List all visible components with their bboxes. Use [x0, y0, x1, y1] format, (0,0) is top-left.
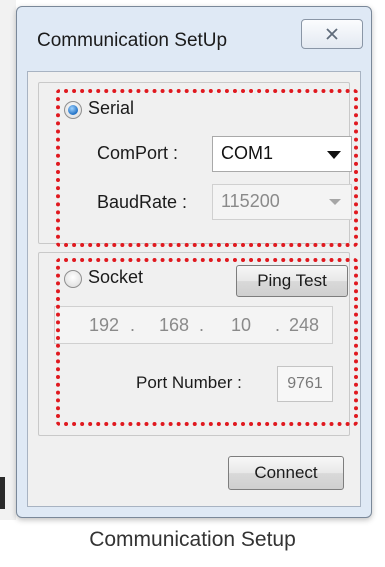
baudrate-label: BaudRate : — [97, 192, 188, 212]
baudrate-select[interactable]: 115200 — [212, 184, 352, 220]
chevron-down-icon — [327, 151, 341, 159]
ip-octet-2: 168 — [159, 315, 190, 335]
comport-select[interactable]: COM1 — [212, 136, 352, 172]
socket-radio[interactable] — [64, 270, 82, 288]
chevron-down-icon — [329, 199, 341, 205]
socket-radio-label: Socket — [88, 267, 144, 287]
port-number-label: Port Number : — [136, 373, 242, 392]
port-number-field[interactable]: 9761 — [277, 366, 333, 402]
serial-radio-dot — [68, 105, 78, 115]
comport-label: ComPort : — [97, 143, 179, 163]
comport-value: COM1 — [221, 143, 274, 163]
ping-test-button[interactable]: Ping Test — [236, 265, 348, 297]
ip-octet-1: 192 — [89, 315, 120, 335]
figure-caption: Communication Setup — [89, 528, 296, 551]
serial-radio-label: Serial — [88, 98, 135, 118]
screenshot-canvas: Communication SetUp Serial ComPort : COM… — [0, 0, 385, 567]
ip-separator-2: . — [199, 315, 205, 335]
close-button[interactable] — [301, 19, 363, 49]
connect-button[interactable]: Connect — [228, 456, 344, 490]
background-window-edge — [0, 0, 16, 520]
close-icon — [326, 28, 338, 40]
dialog-title: Communication SetUp — [37, 30, 228, 51]
communication-setup-dialog: Communication SetUp — [16, 6, 372, 518]
serial-radio[interactable] — [64, 101, 82, 119]
background-window-mark — [0, 477, 5, 509]
ip-address-field[interactable]: 192 . 168 . 10 . 248 — [54, 306, 333, 344]
ip-separator-3: . — [275, 315, 281, 335]
ip-octet-4: 248 — [289, 315, 320, 335]
baudrate-value: 115200 — [221, 191, 280, 211]
ip-octet-3: 10 — [231, 315, 252, 335]
ip-separator-1: . — [130, 315, 136, 335]
